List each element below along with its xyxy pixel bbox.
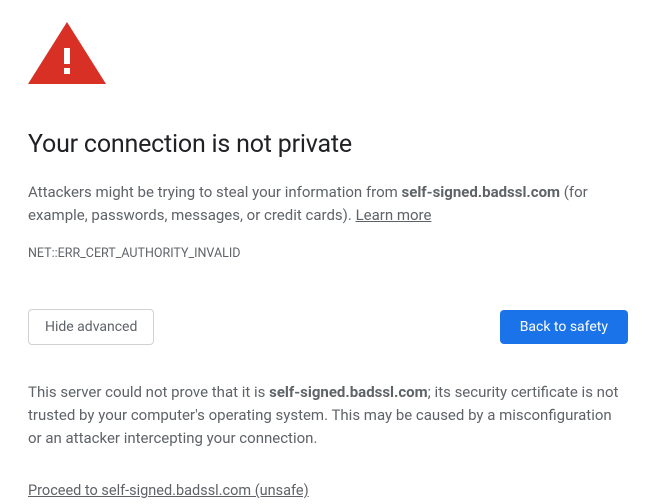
proceed-unsafe-link[interactable]: Proceed to self-signed.badssl.com (unsaf… [28,482,309,499]
warning-host: self-signed.badssl.com [402,183,561,201]
warning-icon [28,22,628,88]
back-to-safety-button[interactable]: Back to safety [500,310,628,344]
explanation-prefix: This server could not prove that it is [28,383,269,401]
ssl-error-page: Your connection is not private Attackers… [0,0,656,499]
explanation-host: self-signed.badssl.com [269,383,428,401]
proceed-prefix: Proceed to [28,482,101,499]
advanced-explanation: This server could not prove that it is s… [28,381,628,451]
warning-description: Attackers might be trying to steal your … [28,181,628,228]
warning-prefix: Attackers might be trying to steal your … [28,183,402,201]
button-row: Hide advanced Back to safety [28,309,628,345]
learn-more-link[interactable]: Learn more [356,206,432,224]
proceed-host: self-signed.badssl.com [101,482,251,499]
error-code: NET::ERR_CERT_AUTHORITY_INVALID [28,246,628,261]
hide-advanced-button[interactable]: Hide advanced [28,309,154,345]
page-title: Your connection is not private [28,130,628,159]
proceed-suffix: (unsafe) [251,482,309,499]
